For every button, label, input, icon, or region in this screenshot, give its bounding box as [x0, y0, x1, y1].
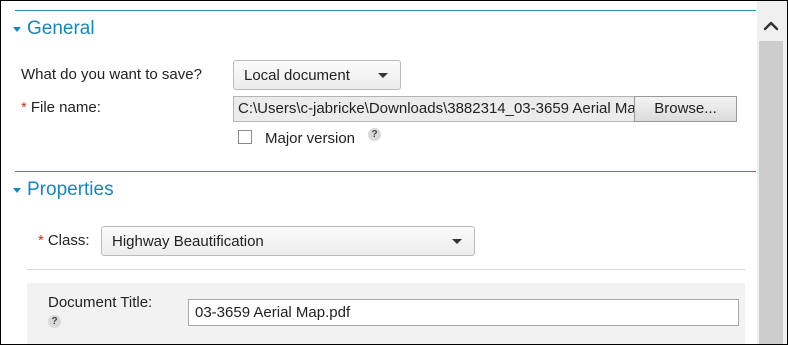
properties-divider [27, 269, 745, 270]
class-label-row: * Class: [38, 232, 90, 250]
document-title-input[interactable] [188, 299, 739, 326]
class-value: Highway Beautification [112, 232, 264, 250]
save-document-dialog: General What do you want to save? Local … [0, 0, 788, 345]
question-icon[interactable]: ? [48, 315, 61, 328]
chevron-down-icon [378, 72, 388, 78]
scroll-thumb[interactable] [759, 41, 783, 344]
properties-section-toggle[interactable]: Properties [13, 179, 114, 201]
dialog-content: General What do you want to save? Local … [1, 1, 757, 344]
document-title-panel: Document Title: ? [27, 283, 745, 344]
scroll-up-button[interactable] [757, 11, 787, 41]
file-name-label-row: * File name: [21, 99, 101, 117]
properties-section-title: Properties [27, 179, 114, 200]
caret-down-icon [13, 26, 21, 32]
question-icon[interactable]: ? [368, 128, 381, 141]
save-type-label: What do you want to save? [21, 66, 202, 83]
required-marker: * [38, 232, 44, 249]
properties-section-rule [15, 171, 756, 172]
chevron-down-icon [452, 238, 462, 244]
browse-button[interactable]: Browse... [634, 96, 737, 122]
major-version-label: Major version [265, 130, 356, 147]
save-type-value: Local document [244, 66, 350, 84]
chevron-up-icon [763, 21, 779, 31]
class-dropdown[interactable]: Highway Beautification [101, 226, 475, 256]
file-name-label: File name: [30, 99, 101, 116]
general-section-title: General [27, 18, 95, 39]
general-section-toggle[interactable]: General [13, 18, 95, 40]
vertical-scrollbar[interactable] [757, 1, 787, 344]
class-label: Class: [47, 232, 90, 249]
major-version-checkbox[interactable] [238, 130, 252, 144]
file-path-field[interactable]: C:\Users\c-jabricke\Downloads\3882314_03… [233, 96, 635, 122]
required-marker: * [21, 99, 27, 116]
document-title-label: Document Title: [48, 294, 153, 311]
save-type-dropdown[interactable]: Local document [233, 60, 401, 90]
caret-down-icon [13, 187, 21, 193]
general-section-rule [15, 10, 756, 11]
